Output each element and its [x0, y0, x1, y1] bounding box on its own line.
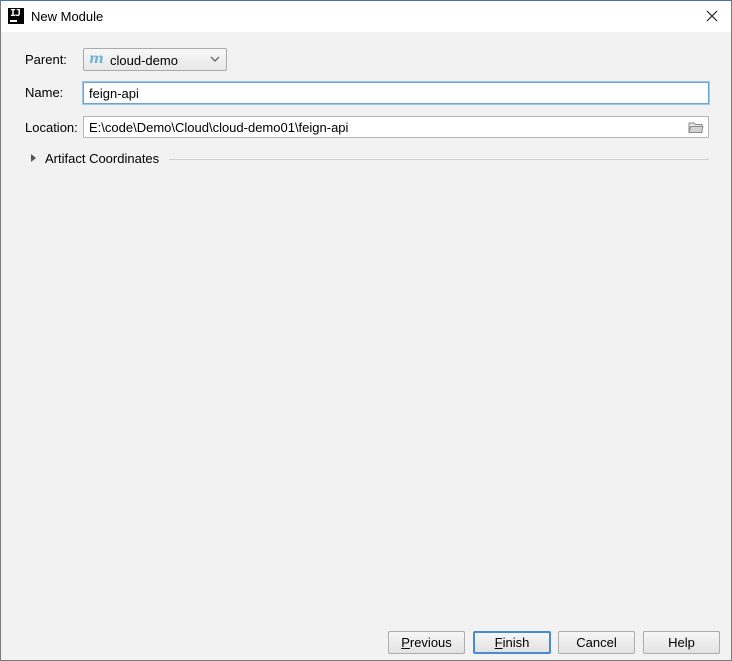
intellij-icon: IJ [8, 8, 24, 24]
location-field-value: E:\code\Demo\Cloud\cloud-demo01\feign-ap… [89, 120, 349, 135]
finish-button[interactable]: Finish [473, 631, 551, 654]
parent-label: Parent: [25, 52, 67, 67]
help-button[interactable]: Help [643, 631, 720, 654]
expand-arrow-icon[interactable] [31, 154, 36, 162]
location-label: Location: [25, 120, 78, 135]
artifact-coordinates-section[interactable]: Artifact Coordinates [29, 151, 709, 167]
dialog-title: New Module [31, 9, 104, 24]
parent-select[interactable]: m cloud-demo [83, 48, 227, 71]
parent-select-value: cloud-demo [110, 53, 178, 68]
name-field[interactable]: feign-api [83, 82, 709, 104]
name-label: Name: [25, 85, 64, 100]
close-icon[interactable] [703, 7, 721, 25]
chevron-down-icon [210, 56, 220, 62]
section-divider [169, 159, 709, 160]
cancel-button[interactable]: Cancel [558, 631, 635, 654]
location-field[interactable]: E:\code\Demo\Cloud\cloud-demo01\feign-ap… [83, 116, 709, 138]
title-bar: IJ New Module [1, 1, 731, 32]
maven-module-icon: m [89, 51, 104, 67]
artifact-coordinates-label: Artifact Coordinates [45, 151, 160, 166]
new-module-dialog: IJ New Module Parent: m cloud-demo Name:… [0, 0, 732, 661]
previous-button[interactable]: Previous [388, 631, 465, 654]
folder-icon[interactable] [688, 121, 704, 134]
name-field-value: feign-api [89, 86, 139, 101]
